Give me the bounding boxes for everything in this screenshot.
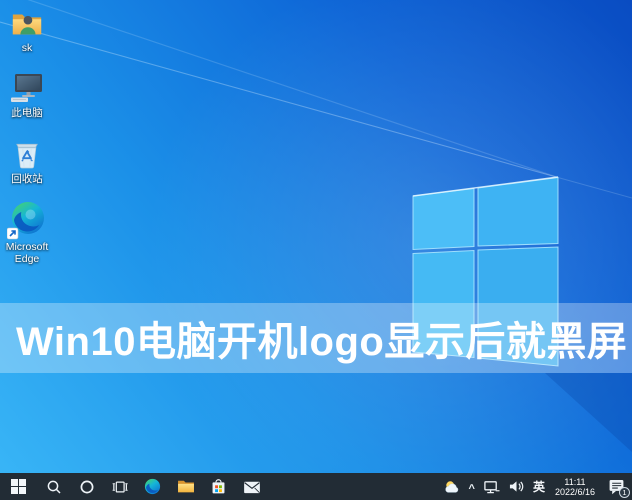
mail-button[interactable] [235, 473, 268, 500]
taskbar-buttons [0, 473, 268, 500]
recycle-bin-icon [13, 137, 41, 171]
notification-badge: 1 [619, 486, 630, 498]
tray-date: 2022/6/16 [554, 486, 595, 497]
system-tray: ^ 英 11:11 2022/6/16 1 [443, 473, 632, 500]
edge-icon [144, 478, 161, 495]
desktop-icon-recycle-bin[interactable]: 回收站 [0, 137, 59, 185]
windows-start-icon [11, 479, 26, 494]
desktop-icon-microsoft-edge[interactable]: Microsoft Edge [0, 201, 59, 265]
desktop-icon-label: sk [21, 42, 33, 54]
cortana-button[interactable] [70, 473, 103, 500]
desktop-icon-label: 回收站 [11, 173, 43, 185]
clock[interactable]: 11:11 2022/6/16 [553, 477, 597, 497]
wired-network-icon [484, 480, 500, 493]
show-hidden-icons-button[interactable]: ^ [468, 481, 475, 495]
desktop-icon-label: 此电脑 [11, 107, 43, 119]
search-button[interactable] [37, 473, 70, 500]
taskbar: ^ 英 11:11 2022/6/16 1 [0, 473, 632, 500]
chevron-up-icon: ^ [468, 482, 475, 495]
desktop-icon-user-folder[interactable]: sk [0, 6, 59, 54]
action-center-button[interactable]: 1 [605, 476, 630, 498]
cortana-icon [80, 480, 93, 493]
task-view-button[interactable] [103, 473, 136, 500]
headline-text: Win10电脑开机logo显示后就黑屏 [16, 320, 628, 364]
desktop-wallpaper [0, 0, 632, 500]
microsoft-store-button[interactable] [202, 473, 235, 500]
microsoft-store-icon [212, 478, 225, 493]
volume-button[interactable] [508, 479, 525, 494]
ime-language-label: 英 [532, 480, 545, 494]
file-explorer-button[interactable] [169, 473, 202, 500]
task-view-icon [112, 480, 128, 493]
ime-indicator[interactable]: 英 [533, 478, 545, 495]
tray-time: 11:11 [564, 476, 586, 487]
network-status-button[interactable] [483, 479, 500, 495]
partly-cloudy-icon [444, 480, 458, 493]
this-pc-icon [9, 71, 45, 105]
edge-icon [7, 201, 47, 240]
weather-widget[interactable] [443, 479, 461, 495]
search-icon [47, 480, 61, 494]
start-button[interactable] [0, 473, 37, 500]
file-explorer-icon [177, 480, 194, 493]
headline-banner: Win10电脑开机logo显示后就黑屏 [0, 303, 632, 373]
desktop-icon-this-pc[interactable]: 此电脑 [0, 71, 59, 119]
user-folder-icon [10, 6, 44, 40]
mail-icon [243, 481, 260, 493]
speaker-icon [509, 481, 524, 492]
windows-desktop: sk 此电脑 回收站 Microsoft Edge Win10电脑开机logo显… [0, 0, 632, 500]
desktop-icon-label: Microsoft Edge [5, 241, 49, 265]
edge-taskbar-button[interactable] [136, 473, 169, 500]
